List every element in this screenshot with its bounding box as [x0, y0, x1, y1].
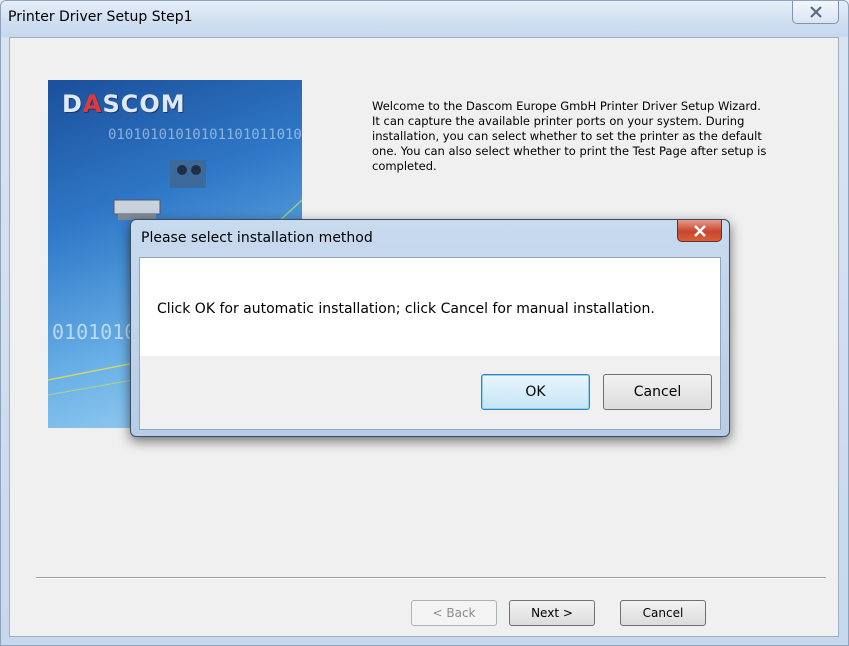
- wizard-cancel-button[interactable]: Cancel: [620, 600, 706, 626]
- window-title: Printer Driver Setup Step1: [8, 9, 193, 25]
- dialog-message: Click OK for automatic installation; cli…: [157, 301, 655, 317]
- next-button[interactable]: Next >: [509, 600, 595, 626]
- title-bar[interactable]: Printer Driver Setup Step1: [1, 1, 848, 37]
- close-icon: [693, 224, 706, 237]
- close-icon: [809, 6, 822, 18]
- dialog-body: Click OK for automatic installation; cli…: [139, 257, 721, 430]
- footer-separator: [36, 577, 826, 579]
- dialog-cancel-button[interactable]: Cancel: [603, 374, 712, 410]
- installation-method-dialog: Please select installation method Click …: [130, 219, 730, 437]
- back-button[interactable]: < Back: [411, 600, 497, 626]
- welcome-text: Welcome to the Dascom Europe GmbH Printe…: [372, 99, 767, 173]
- ok-button[interactable]: OK: [481, 374, 590, 410]
- dialog-title: Please select installation method: [141, 230, 373, 246]
- dialog-close-button[interactable]: [677, 220, 722, 242]
- dialog-message-area: Click OK for automatic installation; cli…: [140, 258, 720, 356]
- window-close-button[interactable]: [792, 1, 839, 24]
